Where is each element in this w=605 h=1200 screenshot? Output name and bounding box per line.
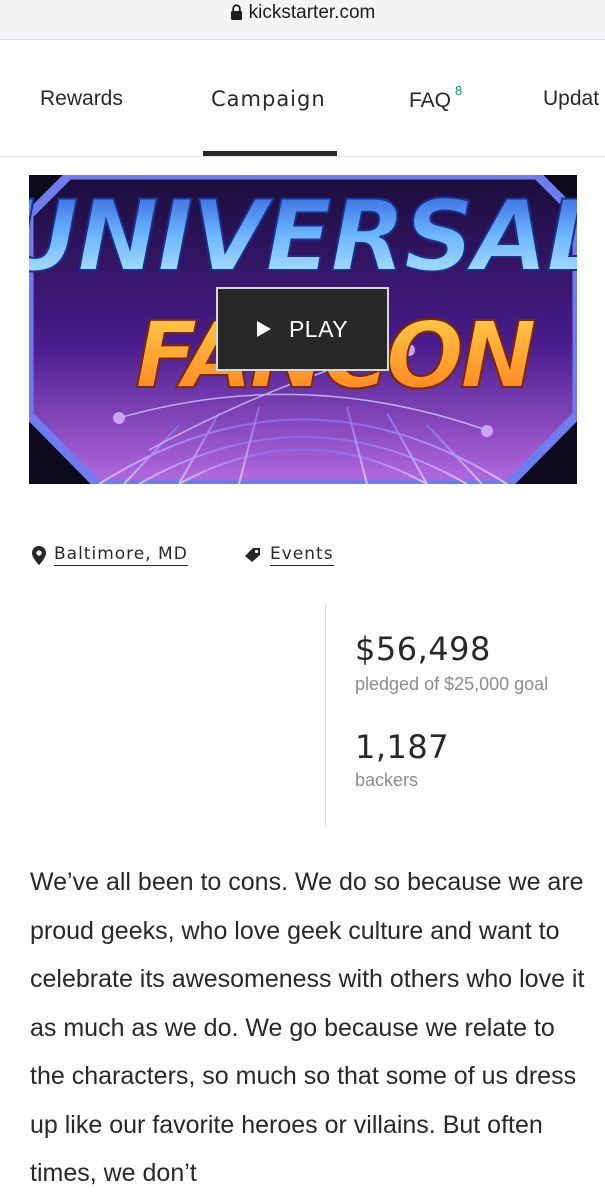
- tab-faq[interactable]: FAQ 8: [409, 83, 462, 113]
- campaign-description: We’ve all been to cons. We do so because…: [30, 868, 585, 1187]
- project-tabs: Rewards Campaign FAQ 8 Updat: [0, 41, 605, 157]
- location-link[interactable]: Baltimore, MD: [32, 544, 188, 566]
- backers-count: 1,187: [355, 728, 450, 766]
- play-icon: [256, 321, 271, 337]
- tab-label: Updat: [543, 87, 600, 110]
- url-display[interactable]: kickstarter.com: [0, 2, 605, 24]
- tab-rewards[interactable]: Rewards: [40, 87, 123, 111]
- location-label: Baltimore, MD: [54, 544, 188, 566]
- tab-campaign[interactable]: Campaign: [211, 87, 326, 111]
- url-bar[interactable]: kickstarter.com: [0, 0, 605, 40]
- map-pin-icon: [32, 545, 46, 565]
- url-text: kickstarter.com: [248, 2, 376, 23]
- hero-title-line1: UNIVERSAL: [29, 180, 577, 294]
- category-label: Events: [270, 544, 334, 566]
- project-video[interactable]: UNIVERSAL FANCON PLAY: [29, 175, 577, 484]
- tab-label: Rewards: [40, 87, 123, 110]
- category-link[interactable]: Events: [244, 544, 334, 566]
- play-button[interactable]: PLAY: [216, 287, 389, 371]
- tag-icon: [245, 548, 260, 562]
- stats-divider: [325, 604, 326, 826]
- pledged-amount: $56,498: [355, 630, 491, 668]
- pledged-label: pledged of $25,000 goal: [355, 674, 549, 694]
- active-tab-indicator: [203, 151, 337, 156]
- play-label: PLAY: [288, 315, 349, 342]
- tab-label: Campaign: [211, 87, 326, 111]
- faq-count-badge: 8: [455, 83, 463, 98]
- backers-label: backers: [355, 770, 419, 790]
- lock-icon: [230, 4, 242, 20]
- tab-updates[interactable]: Updat: [543, 87, 599, 111]
- tab-label: FAQ: [409, 89, 452, 112]
